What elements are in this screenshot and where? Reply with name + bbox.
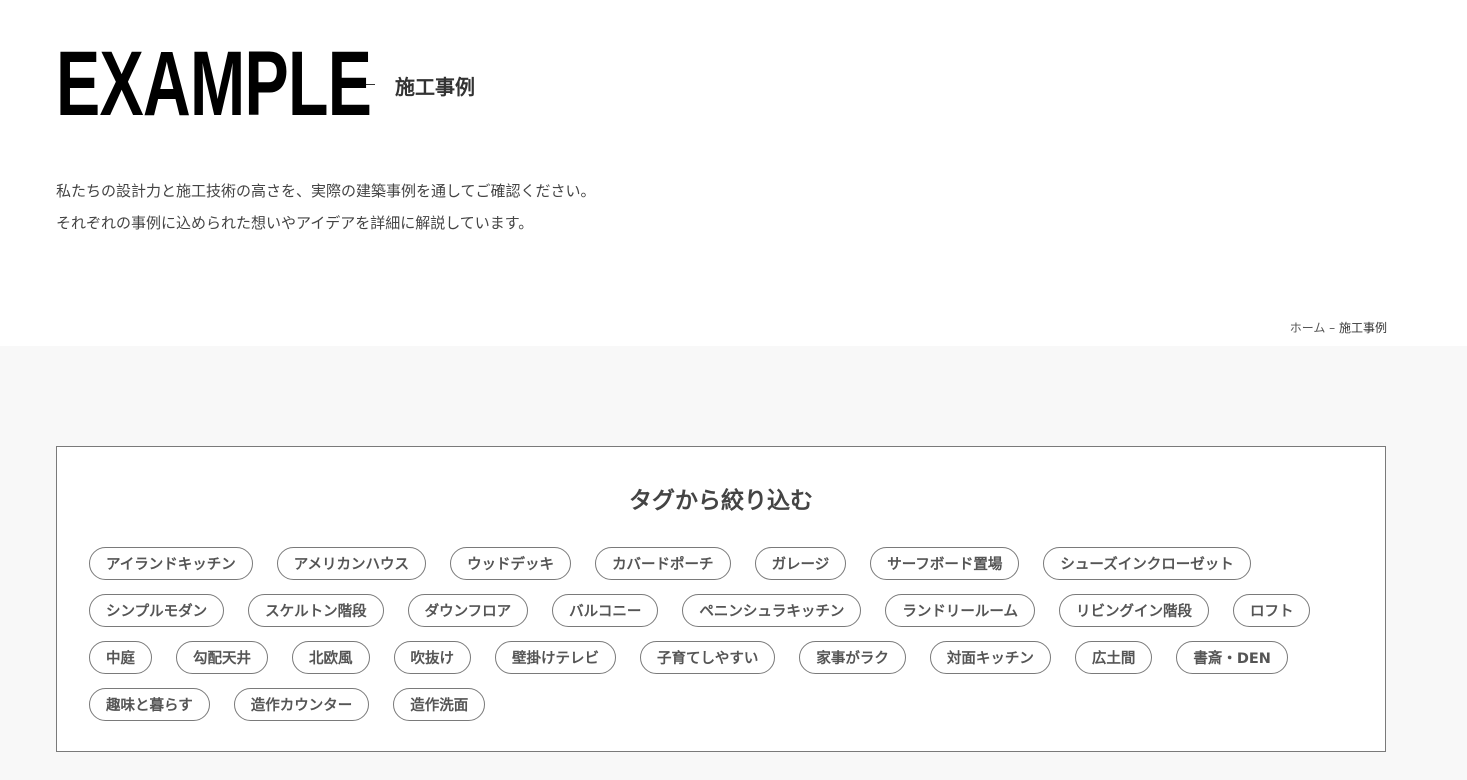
intro-text: 私たちの設計力と施工技術の高さを、実際の建築事例を通してご確認ください。 それぞ… xyxy=(56,175,596,239)
page-title-jp: 施工事例 xyxy=(395,74,475,99)
tag-button[interactable]: サーフボード置場 xyxy=(870,547,1020,580)
breadcrumb: ホーム – 施工事例 xyxy=(1290,319,1387,336)
tag-button[interactable]: リビングイン階段 xyxy=(1058,594,1209,627)
breadcrumb-current: 施工事例 xyxy=(1338,321,1387,335)
tag-button[interactable]: スケルトン階段 xyxy=(248,594,384,627)
tag-button[interactable]: ウッドデッキ xyxy=(450,547,572,580)
tag-button[interactable]: 対面キッチン xyxy=(929,641,1051,674)
tag-filter-box: タグから絞り込む アイランドキッチン アメリカンハウス ウッドデッキ カバードポーチガ… xyxy=(56,446,1386,752)
tag-button[interactable]: ダウンフロア xyxy=(407,594,529,627)
content-area: タグから絞り込む アイランドキッチン アメリカンハウス ウッドデッキ カバードポーチガ… xyxy=(0,346,1467,780)
title-row: EXAMPLE 施工事例 xyxy=(56,38,475,130)
tag-button[interactable]: ガレージ xyxy=(754,547,847,580)
tag-button[interactable]: 吹抜け xyxy=(393,641,471,674)
tag-filter-title: タグから絞り込む xyxy=(629,488,813,514)
tag-button[interactable]: シューズインクローゼット xyxy=(1043,547,1251,580)
tag-button[interactable]: カバードポーチ xyxy=(595,547,731,580)
tag-button[interactable]: 趣味と暮らす xyxy=(89,688,210,721)
tag-button[interactable]: シンプルモダン xyxy=(89,594,225,627)
tag-button[interactable]: 広土間 xyxy=(1074,641,1153,674)
tag-button[interactable]: ペニンシュラキッチン xyxy=(682,594,862,627)
tag-button[interactable]: 中庭 xyxy=(89,641,152,674)
page-title-en: EXAMPLE xyxy=(56,33,372,135)
tag-button[interactable]: アイランドキッチン xyxy=(89,547,253,580)
tag-button[interactable]: 子育てしやすい xyxy=(640,641,776,674)
breadcrumb-separator: – xyxy=(1329,321,1336,335)
intro-line-2: それぞれの事例に込められた想いやアイデアを詳細に解説しています。 xyxy=(56,214,534,232)
tag-button[interactable]: 造作カウンター xyxy=(233,688,370,721)
tag-button[interactable]: アメリカンハウス xyxy=(276,547,427,580)
tag-list: アイランドキッチン アメリカンハウス ウッドデッキ カバードポーチ ガレージ サーフボード… xyxy=(89,547,1349,721)
breadcrumb-home[interactable]: ホーム xyxy=(1290,321,1326,335)
page-header: EXAMPLE 施工事例 私たちの設計力と施工技術の高さを、実際の建築事例を通し… xyxy=(0,0,1467,346)
tag-button[interactable]: バルコニー xyxy=(552,594,659,627)
tag-button[interactable]: 勾配天井 xyxy=(176,641,268,674)
tag-button[interactable]: 造作洗面 xyxy=(393,688,486,721)
tag-button[interactable]: ロフト xyxy=(1232,594,1311,627)
tag-button[interactable]: 書斎・DEN xyxy=(1176,641,1288,674)
intro-line-1: 私たちの設計力と施工技術の高さを、実際の建築事例を通してご確認ください。 xyxy=(56,182,596,200)
tag-button[interactable]: 家事がラク xyxy=(799,641,906,674)
tag-button[interactable]: ランドリールーム xyxy=(885,594,1035,627)
tag-button[interactable]: 壁掛けテレビ xyxy=(495,641,616,674)
tag-button[interactable]: 北欧風 xyxy=(292,641,370,674)
